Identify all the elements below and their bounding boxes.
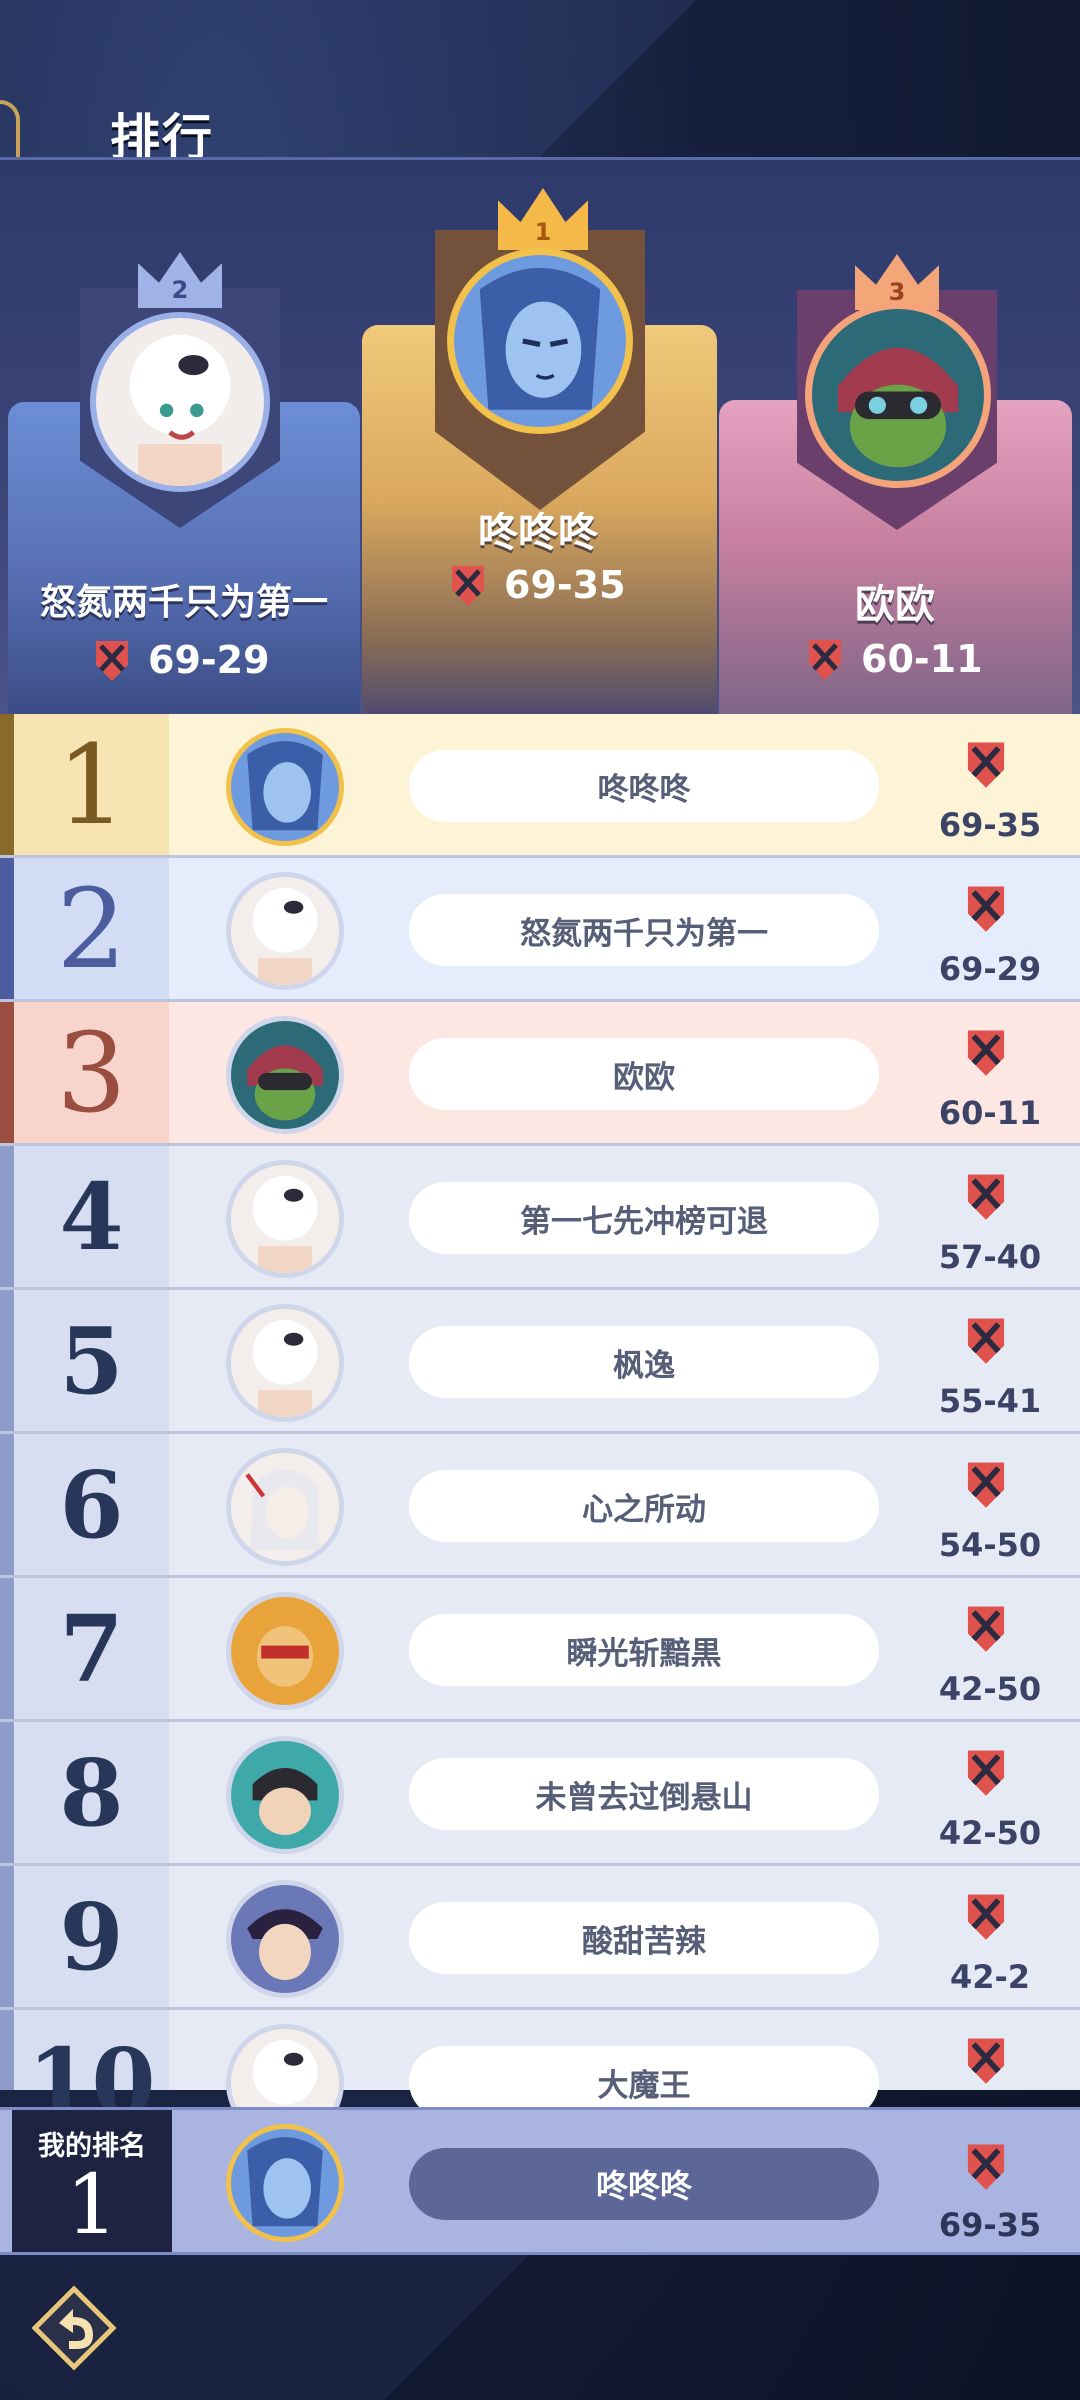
ranking-row[interactable]: 1 咚咚咚 69-35 xyxy=(0,714,1080,858)
rank-number: 10 xyxy=(14,2010,169,2107)
player-avatar[interactable] xyxy=(226,1880,344,1998)
player-score: 69-35 xyxy=(938,806,1042,844)
player-avatar[interactable] xyxy=(226,872,344,990)
back-button[interactable] xyxy=(26,2280,122,2376)
row-accent-bar xyxy=(0,1290,14,1431)
rank-number: 2 xyxy=(14,858,169,999)
podium-score-text-1: 69-35 xyxy=(504,563,626,607)
player-name: 心之所动 xyxy=(409,1470,879,1542)
player-score: 42-50 xyxy=(938,1670,1042,1708)
crown-gold-icon: 1 xyxy=(498,188,588,250)
rank-number: 7 xyxy=(14,1578,169,1719)
row-accent-bar xyxy=(0,1146,14,1287)
row-accent-bar xyxy=(0,858,14,999)
crossed-swords-shield-icon xyxy=(967,886,1005,932)
player-avatar[interactable] xyxy=(226,1592,344,1710)
player-avatar[interactable] xyxy=(226,1736,344,1854)
player-name: 枫逸 xyxy=(409,1326,879,1398)
my-rank-panel: 我的排名 1 xyxy=(12,2110,172,2252)
rank-number: 9 xyxy=(14,1866,169,2007)
player-avatar[interactable] xyxy=(226,1016,344,1134)
ranking-row[interactable]: 4 第一七先冲榜可退 57-40 xyxy=(0,1146,1080,1290)
player-name: 怒氮两千只为第一 xyxy=(409,894,879,966)
crossed-swords-shield-icon xyxy=(967,2038,1005,2084)
player-score: 57-40 xyxy=(938,1238,1042,1276)
podium-score-text-2: 69-29 xyxy=(148,638,270,682)
row-accent-bar xyxy=(0,1578,14,1719)
row-accent-bar xyxy=(0,1002,14,1143)
crossed-swords-shield-icon xyxy=(967,1750,1005,1796)
crossed-swords-shield-icon xyxy=(967,1030,1005,1076)
podium: 2 1 3 怒氮两千只为第一 咚咚咚 欧欧 69-29 69-35 60-11 xyxy=(0,157,1080,717)
player-name: 咚咚咚 xyxy=(409,750,879,822)
player-score: 69-29 xyxy=(938,950,1042,988)
player-score: 42-50 xyxy=(938,1814,1042,1852)
podium-avatar-2[interactable] xyxy=(90,312,270,492)
player-score: 42-2 xyxy=(949,1958,1031,1996)
my-avatar[interactable] xyxy=(226,2124,344,2242)
row-accent-bar xyxy=(0,714,14,855)
rank-number: 3 xyxy=(14,1002,169,1143)
podium-avatar-3[interactable] xyxy=(805,302,991,488)
row-accent-bar xyxy=(0,1866,14,2007)
ranking-row[interactable]: 3 欧欧 60-11 xyxy=(0,1002,1080,1146)
player-name: 欧欧 xyxy=(409,1038,879,1110)
player-name: 酸甜苦辣 xyxy=(409,1902,879,1974)
rank-number: 6 xyxy=(14,1434,169,1575)
my-rank-bar[interactable]: 我的排名 1 咚咚咚 69-35 xyxy=(0,2107,1080,2255)
rank-number: 5 xyxy=(14,1290,169,1431)
crossed-swords-shield-icon xyxy=(96,641,128,681)
crossed-swords-shield-icon xyxy=(452,566,484,606)
player-avatar[interactable] xyxy=(226,2024,344,2107)
ranking-row[interactable]: 8 未曾去过倒悬山 42-50 xyxy=(0,1722,1080,1866)
rank-number: 1 xyxy=(14,714,169,855)
podium-score-1: 69-35 xyxy=(448,562,626,608)
row-accent-bar xyxy=(0,1722,14,1863)
crossed-swords-shield-icon xyxy=(967,1318,1005,1364)
ranking-row[interactable]: 5 枫逸 55-41 xyxy=(0,1290,1080,1434)
rank-number: 8 xyxy=(14,1722,169,1863)
crossed-swords-shield-icon xyxy=(967,1894,1005,1940)
rank-number: 4 xyxy=(14,1146,169,1287)
row-accent-bar xyxy=(0,1434,14,1575)
podium-score-text-3: 60-11 xyxy=(861,637,983,681)
crossed-swords-shield-icon xyxy=(967,1606,1005,1652)
podium-name-3: 欧欧 xyxy=(855,582,935,628)
podium-score-3: 60-11 xyxy=(805,636,983,682)
player-avatar[interactable] xyxy=(226,1304,344,1422)
row-accent-bar xyxy=(0,2010,14,2090)
podium-name-1: 咚咚咚 xyxy=(478,510,598,556)
my-rank-number: 1 xyxy=(65,2158,119,2253)
player-score: 54-50 xyxy=(938,1526,1042,1564)
crossed-swords-shield-icon xyxy=(967,1462,1005,1508)
ranking-row[interactable]: 6 心之所动 54-50 xyxy=(0,1434,1080,1578)
crown-silver-icon: 2 xyxy=(138,252,222,308)
player-avatar[interactable] xyxy=(226,1160,344,1278)
back-arrow-icon xyxy=(31,2285,117,2371)
podium-score-2: 69-29 xyxy=(92,637,270,683)
ranking-row[interactable]: 9 酸甜苦辣 42-2 xyxy=(0,1866,1080,2010)
ranking-row[interactable]: 7 瞬光斩黯黒 42-50 xyxy=(0,1578,1080,1722)
player-score: 60-11 xyxy=(938,1094,1042,1132)
player-name: 未曾去过倒悬山 xyxy=(409,1758,879,1830)
podium-name-2: 怒氮两千只为第一 xyxy=(39,582,328,623)
crossed-swords-shield-icon xyxy=(967,742,1005,788)
player-score: 55-41 xyxy=(938,1382,1042,1420)
crossed-swords-shield-icon xyxy=(809,640,841,680)
crossed-swords-shield-icon xyxy=(967,1174,1005,1220)
my-name: 咚咚咚 xyxy=(409,2148,879,2220)
player-name: 瞬光斩黯黒 xyxy=(409,1614,879,1686)
player-name: 大魔王 xyxy=(409,2046,879,2107)
my-score: 69-35 xyxy=(938,2206,1042,2244)
podium-avatar-1[interactable] xyxy=(447,248,633,434)
ranking-list[interactable]: 1 咚咚咚 69-35 2 怒氮两千只为第一 69-29 3 欧欧 60-11 … xyxy=(0,714,1080,2107)
player-name: 第一七先冲榜可退 xyxy=(409,1182,879,1254)
player-avatar[interactable] xyxy=(226,1448,344,1566)
player-avatar[interactable] xyxy=(226,728,344,846)
ranking-row[interactable]: 2 怒氮两千只为第一 69-29 xyxy=(0,858,1080,1002)
ranking-row[interactable]: 10 大魔王 xyxy=(0,2010,1080,2107)
crossed-swords-shield-icon xyxy=(967,2144,1005,2190)
